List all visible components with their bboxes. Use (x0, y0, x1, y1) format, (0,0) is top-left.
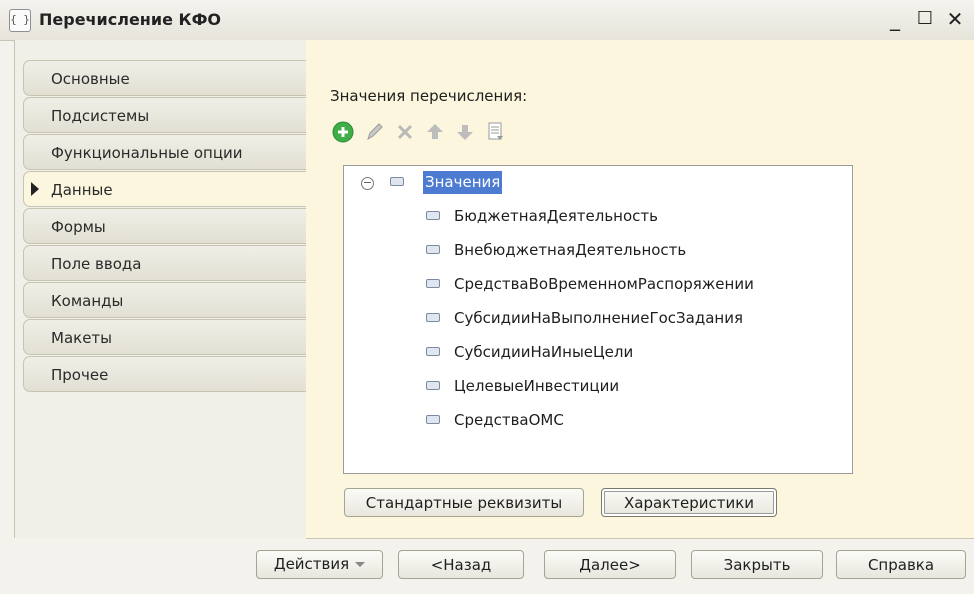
tree-item-label: ВнебюджетнаяДеятельность (454, 241, 687, 259)
tree-item-label: СредстваВоВременномРаспоряжении (454, 275, 754, 293)
tab-osnovnye[interactable]: Основные (23, 60, 307, 96)
enum-value-icon (426, 279, 440, 288)
content-area: Основные Подсистемы Функциональные опции… (14, 40, 974, 540)
close-button[interactable]: Закрыть (691, 550, 823, 579)
tree-item[interactable]: СубсидииНаИныеЦели (344, 340, 852, 364)
enum-values-label: Значения перечисления: (330, 87, 528, 105)
sidebar: Основные Подсистемы Функциональные опции… (14, 40, 308, 538)
move-up-icon[interactable] (422, 118, 448, 146)
tab-label: Команды (51, 292, 124, 310)
list-icon[interactable] (482, 118, 508, 146)
tab-komandy[interactable]: Команды (23, 282, 307, 318)
maximize-icon[interactable]: ☐ (912, 5, 938, 33)
move-down-icon[interactable] (452, 118, 478, 146)
tab-label: Формы (51, 218, 106, 236)
help-button[interactable]: Справка (836, 550, 966, 579)
tab-label: Макеты (51, 329, 113, 347)
tab-label: Прочее (51, 366, 109, 384)
window: { } Перечисление КФО _ ☐ ✕ Основные Подс… (0, 0, 974, 594)
add-icon[interactable] (330, 118, 356, 146)
close-icon[interactable]: ✕ (942, 5, 968, 33)
tree-root-label: Значения (423, 171, 503, 194)
tab-makety[interactable]: Макеты (23, 319, 307, 355)
enum-value-icon (426, 347, 440, 356)
edit-icon[interactable] (362, 118, 388, 146)
delete-icon[interactable] (392, 118, 418, 146)
data-tab-panel: Значения перечисления: − Значения Бюджет… (306, 40, 974, 539)
tree-item[interactable]: ЦелевыеИнвестиции (344, 374, 852, 398)
enum-values-tree[interactable]: − Значения БюджетнаяДеятельность Внебюдж… (343, 165, 853, 474)
tab-label: Данные (51, 181, 113, 199)
actions-label: Действия (273, 555, 350, 573)
tab-podsistemy[interactable]: Подсистемы (23, 97, 307, 133)
tree-item[interactable]: СредстваВоВременномРаспоряжении (344, 272, 852, 296)
back-button[interactable]: <Назад (398, 550, 524, 579)
enum-value-icon (426, 211, 440, 220)
enum-value-icon (426, 415, 440, 424)
tree-item-label: ЦелевыеИнвестиции (454, 377, 620, 395)
tab-formy[interactable]: Формы (23, 208, 307, 244)
tree-item[interactable]: БюджетнаяДеятельность (344, 204, 852, 228)
tree-item-label: СредстваОМС (454, 411, 564, 429)
enum-value-icon (426, 245, 440, 254)
metadata-object-icon: { } (9, 9, 31, 32)
chevron-down-icon (355, 562, 366, 567)
footer-bar: Действия <Назад Далее> Закрыть Справка (0, 540, 974, 594)
enum-value-icon (426, 313, 440, 322)
title-bar: { } Перечисление КФО _ ☐ ✕ (0, 0, 974, 41)
tab-dannye[interactable]: Данные (23, 171, 308, 207)
actions-menu-button[interactable]: Действия (256, 550, 383, 579)
enum-icon (390, 177, 404, 186)
window-title: Перечисление КФО (39, 10, 222, 29)
enum-value-icon (426, 381, 440, 390)
tree-root-row[interactable]: Значения (344, 170, 852, 194)
next-button[interactable]: Далее> (544, 550, 676, 579)
tab-funktsionalnye-optsii[interactable]: Функциональные опции (23, 134, 307, 170)
tab-label: Поле ввода (51, 255, 142, 273)
tab-pole-vvoda[interactable]: Поле ввода (23, 245, 307, 281)
minimize-icon[interactable]: _ (882, 5, 908, 33)
standard-attributes-button[interactable]: Стандартные реквизиты (344, 488, 584, 517)
active-arrow-icon (31, 182, 39, 196)
tree-item[interactable]: ВнебюджетнаяДеятельность (344, 238, 852, 262)
tab-label: Основные (51, 70, 130, 88)
tree-item-label: СубсидииНаИныеЦели (454, 343, 634, 361)
tree-item[interactable]: СредстваОМС (344, 408, 852, 432)
tab-label: Подсистемы (51, 107, 150, 125)
tab-prochee[interactable]: Прочее (23, 356, 307, 392)
tab-label: Функциональные опции (51, 144, 243, 162)
characteristics-button[interactable]: Характеристики (601, 488, 777, 517)
tree-item-label: БюджетнаяДеятельность (454, 207, 658, 225)
tree-item-label: СубсидииНаВыполнениеГосЗадания (454, 309, 743, 327)
tree-item[interactable]: СубсидииНаВыполнениеГосЗадания (344, 306, 852, 330)
